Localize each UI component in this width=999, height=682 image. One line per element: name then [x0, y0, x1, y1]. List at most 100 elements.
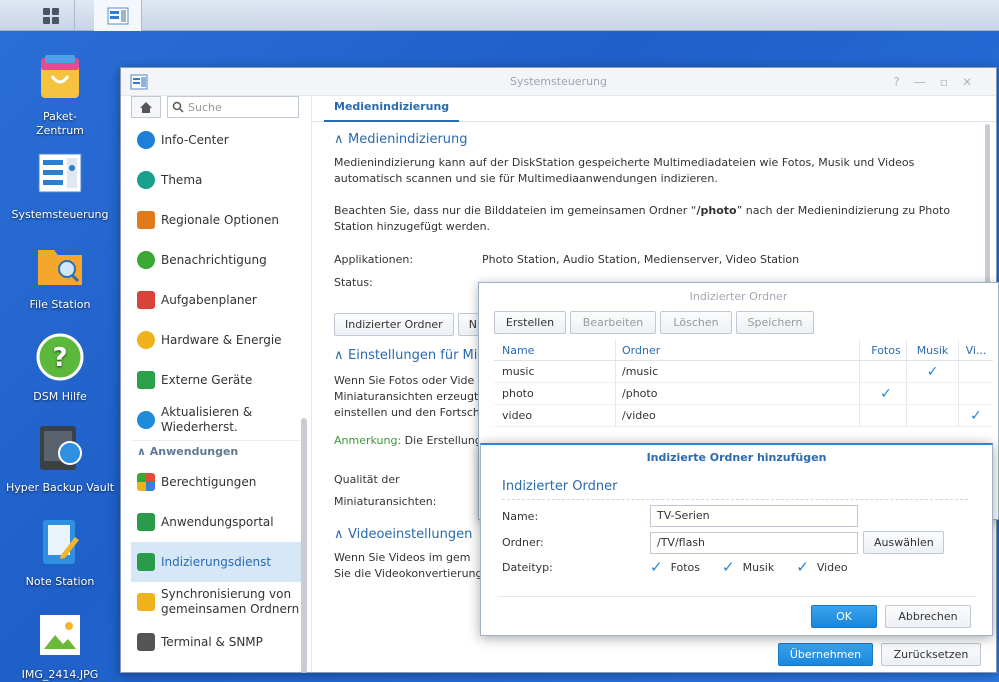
- minimize-icon[interactable]: —: [914, 75, 940, 89]
- sidebar-section-applications[interactable]: ∧ Anwendungen: [131, 440, 301, 462]
- package-center-icon: [41, 55, 79, 98]
- folder-field[interactable]: /TV/flash: [650, 531, 858, 554]
- lightbulb-icon: [137, 331, 155, 349]
- table-row[interactable]: photo /photo ✓: [494, 383, 993, 405]
- close-icon[interactable]: ✕: [962, 75, 986, 89]
- desktop-icon-hyper-backup-vault[interactable]: Hyper Backup Vault: [5, 423, 115, 495]
- svg-text:?: ?: [52, 343, 67, 373]
- sidebar-item-info-center[interactable]: Info-Center: [131, 120, 301, 160]
- desktop-icon-image-file[interactable]: IMG_2414.JPG: [5, 610, 115, 682]
- desktop-icon-control-panel[interactable]: Systemsteuerung: [5, 150, 115, 222]
- desktop-icon-label: DSM Hilfe: [33, 390, 87, 403]
- taskbar-control-panel[interactable]: [94, 0, 142, 31]
- help-icon[interactable]: ?: [893, 75, 913, 89]
- sidebar-item-label: Indizierungsdienst: [161, 555, 272, 569]
- sidebar-item-task-scheduler[interactable]: Aufgabenplaner: [131, 280, 301, 320]
- save-button[interactable]: Speichern: [736, 311, 814, 334]
- ok-button[interactable]: OK: [811, 605, 877, 628]
- window-titlebar[interactable]: Systemsteuerung ?—▫✕: [121, 68, 996, 96]
- delete-button[interactable]: Löschen: [660, 311, 732, 334]
- column-folder[interactable]: Ordner: [616, 340, 860, 360]
- cell-name: photo: [494, 383, 616, 404]
- sidebar-item-notification[interactable]: Benachrichtigung: [131, 240, 301, 280]
- portal-arrow-icon: [137, 513, 155, 531]
- section-media-indexing[interactable]: ∧ Medienindizierung: [312, 122, 996, 147]
- apply-button[interactable]: Übernehmen: [778, 643, 873, 666]
- sidebar-item-label: Anwendungsportal: [161, 515, 274, 529]
- control-panel-icon: [107, 7, 128, 24]
- checkbox-video[interactable]: ✓ Video: [796, 558, 847, 576]
- cell-photos: [860, 361, 907, 382]
- cell-photos: ✓: [860, 383, 907, 404]
- calendar-icon: [137, 291, 155, 309]
- checkmark-icon: ✓: [650, 558, 663, 576]
- column-name[interactable]: Name: [494, 340, 616, 360]
- sidebar-item-indexing-service[interactable]: Indizierungsdienst: [131, 542, 301, 582]
- indexed-folder-button[interactable]: Indizierter Ordner: [334, 313, 454, 336]
- desktop-icon-help[interactable]: ? DSM Hilfe: [5, 332, 115, 404]
- sidebar-item-external-devices[interactable]: Externe Geräte: [131, 360, 301, 400]
- sidebar-item-theme[interactable]: Thema: [131, 160, 301, 200]
- sidebar-section-label: Anwendungen: [149, 445, 239, 458]
- sidebar-item-hardware-power[interactable]: Hardware & Energie: [131, 320, 301, 360]
- image-file-icon: [40, 615, 80, 655]
- checkbox-photos[interactable]: ✓ Fotos: [650, 558, 700, 576]
- column-photos[interactable]: Fotos: [860, 340, 907, 360]
- section-title: Einstellungen für Min: [348, 348, 486, 363]
- main-menu-button[interactable]: [27, 0, 75, 31]
- home-icon: [140, 101, 152, 113]
- control-panel-icon: [38, 153, 82, 193]
- name-field[interactable]: TV-Serien: [650, 505, 858, 527]
- sidebar-scrollbar[interactable]: [301, 418, 307, 673]
- chevron-up-icon: ∧: [334, 348, 344, 363]
- home-button[interactable]: [131, 96, 161, 118]
- photo-folder: /photo: [696, 204, 737, 217]
- create-button[interactable]: Erstellen: [494, 311, 566, 334]
- file-type-label: Dateityp:: [502, 560, 553, 574]
- tab-media-indexing[interactable]: Medienindizierung: [324, 96, 460, 122]
- note-station-icon: [43, 520, 79, 564]
- sidebar-item-update-restore[interactable]: Aktualisieren & Wiederherst.: [131, 400, 301, 440]
- sidebar-item-permissions[interactable]: Berechtigungen: [131, 462, 301, 502]
- edit-button[interactable]: Bearbeiten: [570, 311, 656, 334]
- dialog-title[interactable]: Indizierte Ordner hinzufügen: [481, 445, 992, 471]
- desktop-icon-note-station[interactable]: Note Station: [5, 517, 115, 589]
- maximize-icon[interactable]: ▫: [940, 75, 962, 89]
- desktop-icon-package-center[interactable]: Paket- Zentrum: [5, 52, 115, 138]
- column-video[interactable]: Vi...: [959, 340, 993, 360]
- search-input[interactable]: Suche: [167, 96, 299, 118]
- table-row[interactable]: music /music ✓: [494, 361, 993, 383]
- desktop-icon-file-station[interactable]: File Station: [5, 240, 115, 312]
- cell-folder: /music: [616, 361, 860, 382]
- window-controls: ?—▫✕: [893, 68, 986, 96]
- sidebar-item-application-portal[interactable]: Anwendungsportal: [131, 502, 301, 542]
- browse-button[interactable]: Auswählen: [863, 531, 944, 554]
- checkmark-icon: ✓: [722, 558, 735, 576]
- sidebar-item-regional-options[interactable]: Regionale Optionen: [131, 200, 301, 240]
- cancel-button[interactable]: Abbrechen: [885, 605, 971, 628]
- column-music[interactable]: Musik: [907, 340, 959, 360]
- checkbox-music[interactable]: ✓ Musik: [722, 558, 774, 576]
- checkmark-icon: ✓: [926, 363, 939, 380]
- dialog-title[interactable]: Indizierter Ordner: [479, 283, 998, 309]
- search-icon: [172, 101, 184, 113]
- cell-music: [907, 405, 959, 426]
- sidebar-item-terminal-snmp[interactable]: Terminal & SNMP: [131, 622, 301, 662]
- cell-folder: /video: [616, 405, 860, 426]
- reset-button[interactable]: Zurücksetzen: [881, 643, 981, 666]
- sidebar-item-label: Terminal & SNMP: [161, 635, 263, 649]
- section-title: Medienindizierung: [348, 132, 468, 147]
- sidebar-item-shared-folder-sync[interactable]: Synchronisierung von gemeinsamen Ordnern: [131, 582, 301, 622]
- table-row[interactable]: video /video ✓: [494, 405, 993, 427]
- external-device-icon: [137, 371, 155, 389]
- sidebar-item-label: Externe Geräte: [161, 373, 253, 387]
- sidebar-item-label: Info-Center: [161, 133, 229, 147]
- sidebar-item-label: Regionale Optionen: [161, 213, 280, 227]
- chevron-up-icon: ∧: [334, 132, 344, 147]
- cell-photos: [860, 405, 907, 426]
- permissions-icon: [137, 473, 155, 491]
- palette-icon: [137, 171, 155, 189]
- hyper-backup-vault-icon: [40, 426, 82, 470]
- sidebar-item-label: Aufgabenplaner: [161, 293, 257, 307]
- control-panel-icon: [130, 74, 148, 90]
